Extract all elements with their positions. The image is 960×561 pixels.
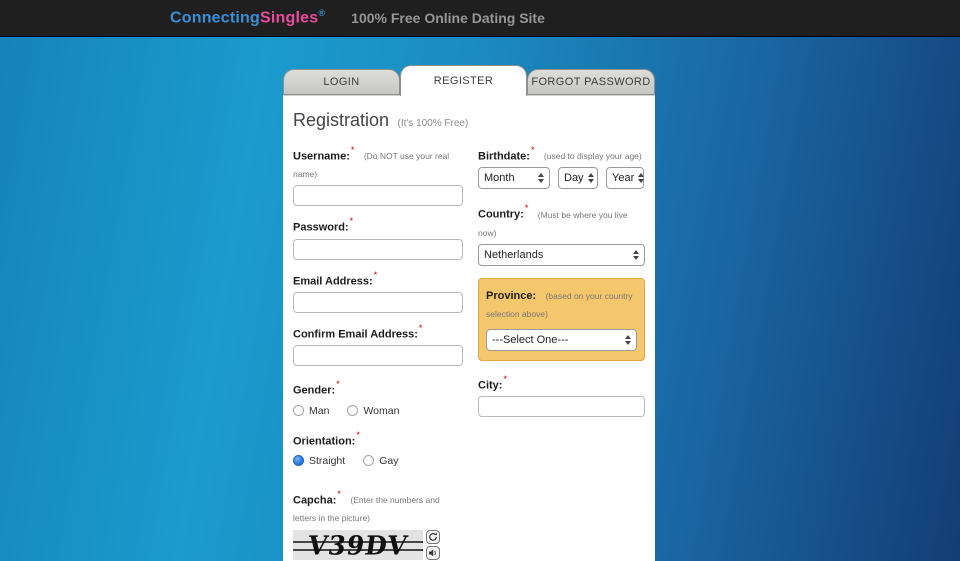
required-asterisk: * xyxy=(503,374,507,384)
top-header-bar: ConnectingSingles® 100% Free Online Dati… xyxy=(0,0,960,37)
gender-label: Gender: xyxy=(293,385,335,397)
birthdate-field-group: Birthdate:* (used to display your age) M… xyxy=(478,145,645,189)
orientation-option-gay[interactable]: Gay xyxy=(363,455,398,467)
select-arrows-icon xyxy=(625,335,631,345)
gender-field-group: Gender:* Man Woman xyxy=(293,379,463,416)
confirm-email-input[interactable] xyxy=(293,345,463,366)
required-asterisk: * xyxy=(337,489,341,499)
registration-card: LOGIN REGISTER FORGOT PASSWORD Registrat… xyxy=(283,64,655,561)
refresh-icon xyxy=(428,532,438,542)
country-value: Netherlands xyxy=(484,249,543,261)
registration-form: Registration (It's 100% Free) Username:*… xyxy=(283,95,655,561)
captcha-image: V39DV xyxy=(293,530,423,560)
username-input[interactable] xyxy=(293,185,463,206)
captcha-field-group: Capcha:* (Enter the numbers and letters … xyxy=(293,489,463,561)
gender-option-man[interactable]: Man xyxy=(293,405,329,417)
radio-gay[interactable] xyxy=(363,455,374,466)
radio-gay-label: Gay xyxy=(379,455,398,467)
birth-year-select[interactable]: Year xyxy=(606,167,644,189)
radio-woman-label: Woman xyxy=(363,405,399,417)
title-row: Registration (It's 100% Free) xyxy=(293,110,645,131)
site-tagline: 100% Free Online Dating Site xyxy=(351,10,545,26)
registered-mark: ® xyxy=(318,8,325,18)
gender-option-woman[interactable]: Woman xyxy=(347,405,399,417)
email-label: Email Address: xyxy=(293,275,373,287)
country-select[interactable]: Netherlands xyxy=(478,244,645,266)
orientation-label: Orientation: xyxy=(293,435,355,447)
province-highlight-box: Province: (based on your country selecti… xyxy=(478,278,645,361)
tab-register[interactable]: REGISTER xyxy=(400,65,527,96)
required-asterisk: * xyxy=(351,145,355,155)
orientation-field-group: Orientation:* Straight Gay xyxy=(293,430,463,467)
captcha-label: Capcha: xyxy=(293,494,336,506)
birth-month-value: Month xyxy=(484,172,515,184)
select-arrows-icon xyxy=(633,250,639,260)
username-label: Username: xyxy=(293,150,350,162)
form-left-column: Username:* (Do NOT use your real name) P… xyxy=(293,143,463,561)
city-label: City: xyxy=(478,379,502,391)
birth-month-select[interactable]: Month xyxy=(478,167,550,189)
tab-login[interactable]: LOGIN xyxy=(283,69,400,95)
auth-tabs: LOGIN REGISTER FORGOT PASSWORD xyxy=(283,64,655,95)
page-title: Registration xyxy=(293,110,389,130)
select-arrows-icon xyxy=(638,173,644,183)
email-field-group: Email Address:* xyxy=(293,270,463,313)
birthdate-label: Birthdate: xyxy=(478,150,530,162)
radio-woman[interactable] xyxy=(347,405,358,416)
username-field-group: Username:* (Do NOT use your real name) xyxy=(293,145,463,206)
select-arrows-icon xyxy=(538,173,544,183)
birthdate-hint: (used to display your age) xyxy=(544,151,642,161)
tab-forgot-password[interactable]: FORGOT PASSWORD xyxy=(527,69,655,95)
page-title-hint: (It's 100% Free) xyxy=(398,118,469,129)
country-field-group: Country:* (Must be where you live now) N… xyxy=(478,203,645,265)
password-field-group: Password:* xyxy=(293,216,463,259)
radio-man-label: Man xyxy=(309,405,329,417)
required-asterisk: * xyxy=(356,430,360,440)
province-value: ---Select One--- xyxy=(492,334,568,346)
orientation-option-straight[interactable]: Straight xyxy=(293,455,345,467)
required-asterisk: * xyxy=(350,216,354,226)
password-label: Password: xyxy=(293,222,349,234)
form-right-column: Birthdate:* (used to display your age) M… xyxy=(478,143,645,561)
audio-icon xyxy=(428,548,438,558)
captcha-refresh-button[interactable] xyxy=(426,530,440,544)
confirm-email-field-group: Confirm Email Address:* xyxy=(293,323,463,366)
required-asterisk: * xyxy=(525,203,529,213)
required-asterisk: * xyxy=(419,323,423,333)
radio-straight[interactable] xyxy=(293,455,304,466)
email-input[interactable] xyxy=(293,292,463,313)
logo-part-connecting: Connecting xyxy=(170,10,260,27)
birth-day-select[interactable]: Day xyxy=(558,167,598,189)
captcha-audio-button[interactable] xyxy=(426,546,440,560)
captcha-code-text: V39DV xyxy=(306,532,410,558)
province-select[interactable]: ---Select One--- xyxy=(486,329,637,351)
radio-man[interactable] xyxy=(293,405,304,416)
logo-part-singles: Singles xyxy=(260,10,318,27)
country-label: Country: xyxy=(478,209,524,221)
city-field-group: City:* xyxy=(478,374,645,417)
province-label: Province: xyxy=(486,290,536,302)
city-input[interactable] xyxy=(478,396,645,417)
confirm-email-label: Confirm Email Address: xyxy=(293,328,418,340)
required-asterisk: * xyxy=(374,270,378,280)
birth-day-value: Day xyxy=(564,172,584,184)
radio-straight-label: Straight xyxy=(309,455,345,467)
select-arrows-icon xyxy=(588,173,594,183)
site-logo[interactable]: ConnectingSingles® xyxy=(170,8,325,27)
required-asterisk: * xyxy=(336,379,340,389)
birth-year-value: Year xyxy=(612,172,634,184)
required-asterisk: * xyxy=(531,145,535,155)
password-input[interactable] xyxy=(293,239,463,260)
